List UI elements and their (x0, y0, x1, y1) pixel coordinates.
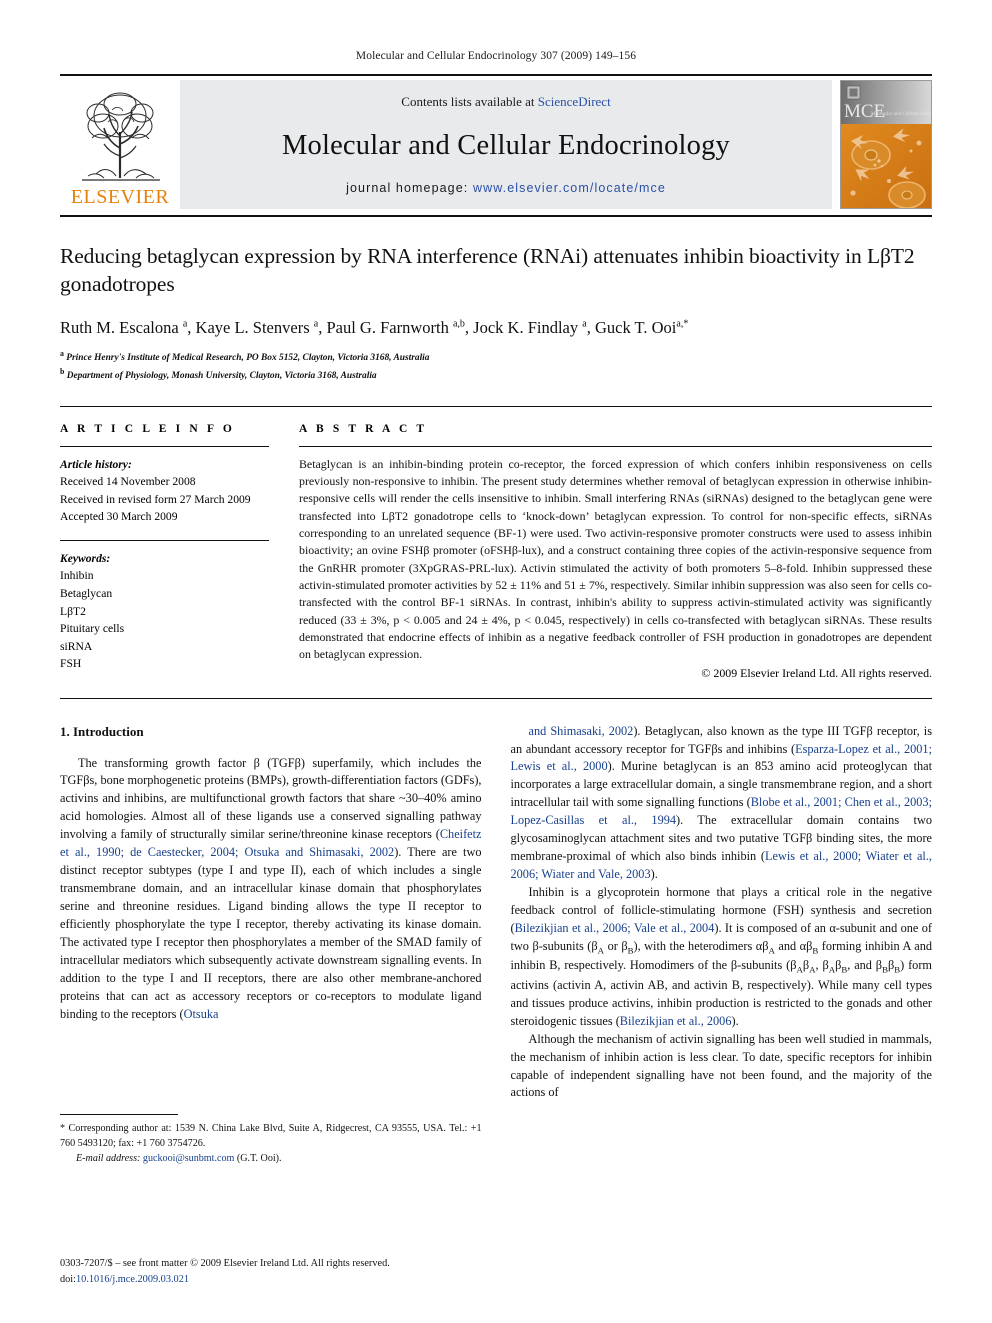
affiliation-mark-a: a (60, 349, 64, 359)
elsevier-wordmark: ELSEVIER (70, 186, 170, 208)
abstract-text: Betaglycan is an inhibin-binding protein… (299, 456, 932, 662)
footnote-rule (60, 1113, 178, 1115)
intro-paragraph-1-cont: and Shimasaki, 2002). Betaglycan, also k… (511, 723, 933, 885)
abstract-heading: A B S T R A C T (299, 422, 428, 435)
email-suffix: (G.T. Ooi). (236, 1152, 282, 1164)
affiliation-a: a Prince Henry's Institute of Medical Re… (60, 348, 932, 366)
intro-paragraph-2: Inhibin is a glycoprotein hormone that p… (511, 884, 933, 1030)
keyword-item: Inhibin (60, 569, 94, 583)
keyword-item: Pituitary cells (60, 622, 125, 636)
affiliation-a-text: Prince Henry's Institute of Medical Rese… (66, 353, 430, 364)
masthead-bottom-rule (60, 215, 932, 217)
issn-front-matter: 0303-7207/$ – see front matter © 2009 El… (60, 1258, 390, 1270)
affiliation-b: b Department of Physiology, Monash Unive… (60, 366, 932, 384)
email-link[interactable]: guckooi@sunbmt.com (143, 1153, 234, 1164)
article-body: 1. Introduction The transforming growth … (60, 723, 932, 1166)
right-text-6-html: ). It is composed of an α-subunit and on… (510, 921, 933, 1028)
journal-cover-thumbnail: MCE Molecular and Cellular Endocrinology (840, 80, 932, 209)
article-info-column: A R T I C L E I N F O Article history: R… (60, 423, 295, 681)
info-section-bottom-rule (60, 697, 932, 699)
keyword-item: LβT2 (60, 604, 86, 618)
doi-link[interactable]: 10.1016/j.mce.2009.03.021 (76, 1274, 189, 1285)
intro-left-text-2: ). There are two distinct receptor subty… (60, 845, 482, 1021)
running-head: Molecular and Cellular Endocrinology 307… (355, 50, 637, 62)
keywords-block: Keywords: Inhibin Betaglycan LβT2 Pituit… (60, 540, 269, 673)
corresponding-author-note: * Corresponding author at: 1539 N. China… (60, 1121, 482, 1166)
keyword-item: Betaglycan (60, 587, 113, 601)
keywords-title: Keywords: (60, 552, 111, 566)
keyword-item: siRNA (60, 639, 93, 653)
front-matter-block: 0303-7207/$ – see front matter © 2009 El… (60, 1256, 390, 1287)
article-info-heading: A R T I C L E I N F O (60, 422, 235, 435)
author-list: Ruth M. Escalona a, Kaye L. Stenvers a, … (60, 318, 689, 338)
email-label: E-mail address: (76, 1152, 141, 1164)
history-accepted: Accepted 30 March 2009 (60, 510, 178, 524)
section-heading-introduction: 1. Introduction (60, 723, 144, 739)
body-column-left: 1. Introduction The transforming growth … (60, 723, 482, 1166)
article-title: Reducing betaglycan expression by RNA in… (60, 244, 915, 296)
citation-link[interactable]: Bilezikjian et al., 2006 (620, 1014, 732, 1028)
elsevier-logo: ELSEVIER (60, 80, 180, 209)
email-note: E-mail address: guckooi@sunbmt.com (G.T.… (60, 1151, 482, 1166)
corresponding-author-text: Corresponding author at: 1539 N. China L… (60, 1122, 482, 1149)
citation-link[interactable]: Otsuka (184, 1007, 219, 1021)
citation-link[interactable]: and Shimasaki, 2002 (529, 724, 634, 738)
title-block: Reducing betaglycan expression by RNA in… (60, 243, 932, 384)
intro-paragraph-3: Although the mechanism of activin signal… (510, 1031, 933, 1100)
journal-homepage-line: journal homepage: www.elsevier.com/locat… (346, 181, 666, 195)
journal-title: Molecular and Cellular Endocrinology (281, 129, 731, 161)
history-received: Received 14 November 2008 (60, 475, 196, 489)
left-column-text: The transforming growth factor β (TGFβ) … (60, 755, 482, 1100)
abstract-rule (299, 445, 932, 447)
sciencedirect-link[interactable]: ScienceDirect (538, 94, 611, 109)
info-abstract-section: A R T I C L E I N F O Article history: R… (60, 423, 932, 681)
keywords-rule (60, 540, 269, 542)
journal-article-page: Molecular and Cellular Endocrinology 307… (0, 0, 992, 1323)
elsevier-tree-icon (68, 86, 172, 186)
corresponding-marker: * (60, 1122, 66, 1134)
info-section-top-rule (60, 405, 932, 407)
article-info-rule (60, 445, 269, 447)
keyword-item: FSH (60, 657, 82, 671)
history-revised: Received in revised form 27 March 2009 (60, 492, 251, 506)
svg-text:Molecular and Cellular Endocri: Molecular and Cellular Endocrinology (871, 111, 931, 117)
homepage-prefix: journal homepage: (346, 181, 473, 195)
contents-available-line: Contents lists available at ScienceDirec… (401, 94, 610, 110)
affiliation-b-text: Department of Physiology, Monash Univers… (66, 371, 377, 382)
doi-label: doi: (60, 1273, 77, 1285)
right-text-4: ). (650, 867, 658, 882)
journal-homepage-link[interactable]: www.elsevier.com/locate/mce (473, 181, 666, 195)
affiliation-list: a Prince Henry's Institute of Medical Re… (60, 348, 932, 384)
article-history-title: Article history: (60, 457, 132, 471)
doi-line: doi:10.1016/j.mce.2009.03.021 (60, 1272, 390, 1287)
abstract-copyright: © 2009 Elsevier Ireland Ltd. All rights … (701, 665, 932, 680)
masthead-top-rule (60, 74, 932, 76)
contents-prefix: Contents lists available at (401, 94, 538, 109)
masthead-panel: Contents lists available at ScienceDirec… (180, 80, 832, 209)
journal-masthead: ELSEVIER Contents lists available at Sci… (60, 80, 932, 209)
citation-link[interactable]: Bilezikjian et al., 2006; Vale et al., 2… (515, 921, 715, 935)
affiliation-mark-b: b (60, 367, 65, 377)
right-column-text: and Shimasaki, 2002). Betaglycan, also k… (511, 723, 933, 1155)
intro-paragraph-1: The transforming growth factor β (TGFβ) … (60, 755, 482, 1024)
right-text-7: ). (731, 1013, 739, 1028)
intro-left-text-1: The transforming growth factor β (TGFβ) … (60, 755, 482, 842)
body-column-right: and Shimasaki, 2002). Betaglycan, also k… (511, 723, 933, 1166)
abstract-column: A B S T R A C T Betaglycan is an inhibin… (295, 423, 932, 681)
